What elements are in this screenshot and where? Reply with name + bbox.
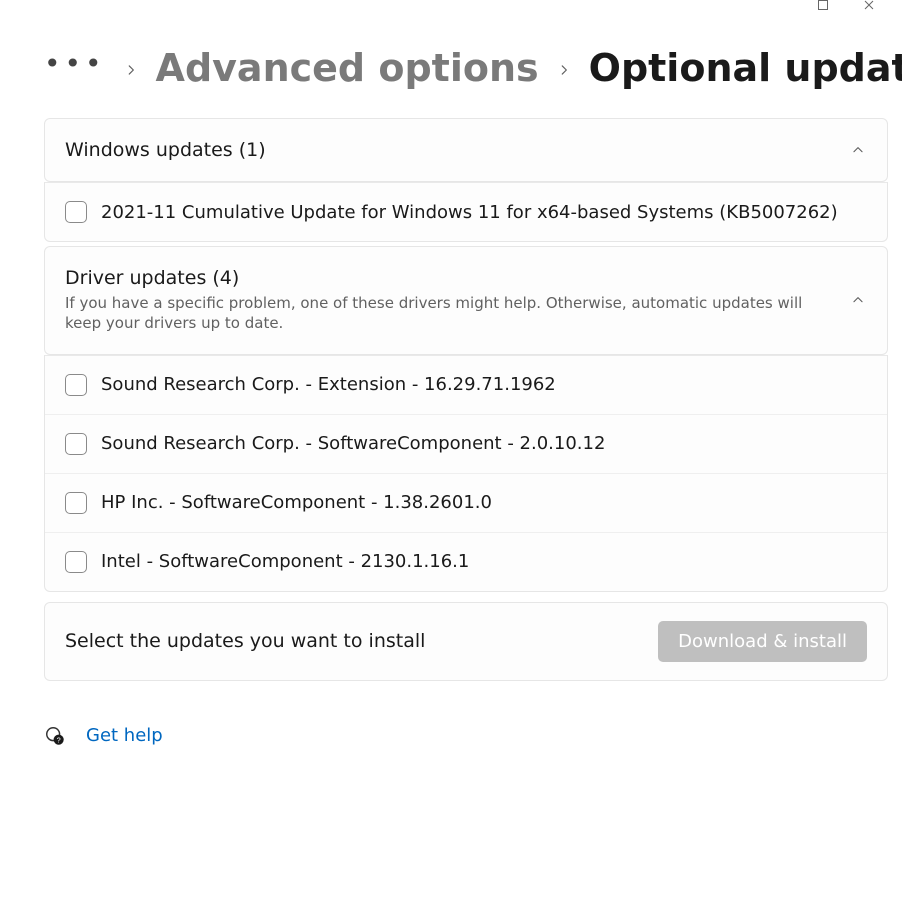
breadcrumb-overflow-button[interactable]: ••• [44, 47, 106, 90]
update-item[interactable]: Sound Research Corp. - SoftwareComponent… [45, 415, 887, 474]
driver-updates-header[interactable]: Driver updates (4) If you have a specifi… [44, 246, 888, 355]
chevron-right-icon [557, 54, 571, 83]
driver-updates-subtitle: If you have a specific problem, one of t… [65, 293, 805, 334]
get-help-link[interactable]: Get help [86, 725, 163, 746]
driver-updates-list: Sound Research Corp. - Extension - 16.29… [44, 355, 888, 592]
help-icon: ? [44, 725, 66, 747]
driver-updates-title: Driver updates (4) [65, 267, 851, 289]
update-label: Sound Research Corp. - SoftwareComponent… [101, 433, 605, 454]
update-checkbox[interactable] [65, 433, 87, 455]
update-checkbox[interactable] [65, 201, 87, 223]
update-item[interactable]: 2021-11 Cumulative Update for Windows 11… [45, 183, 887, 241]
chevron-up-icon [851, 143, 865, 157]
maximize-button[interactable] [800, 0, 846, 8]
update-checkbox[interactable] [65, 374, 87, 396]
update-label: HP Inc. - SoftwareComponent - 1.38.2601.… [101, 492, 492, 513]
update-item[interactable]: Sound Research Corp. - Extension - 16.29… [45, 356, 887, 415]
update-label: Intel - SoftwareComponent - 2130.1.16.1 [101, 551, 469, 572]
install-footer: Select the updates you want to install D… [44, 602, 888, 681]
page-title: Optional updates [589, 46, 902, 90]
close-button[interactable] [846, 0, 892, 8]
windows-updates-list: 2021-11 Cumulative Update for Windows 11… [44, 182, 888, 242]
svg-text:?: ? [57, 735, 61, 744]
download-install-button[interactable]: Download & install [658, 621, 867, 662]
update-item[interactable]: HP Inc. - SoftwareComponent - 1.38.2601.… [45, 474, 887, 533]
update-checkbox[interactable] [65, 492, 87, 514]
window-controls [0, 0, 902, 10]
chevron-right-icon [124, 54, 138, 83]
update-checkbox[interactable] [65, 551, 87, 573]
windows-updates-title: Windows updates (1) [65, 139, 851, 161]
update-label: 2021-11 Cumulative Update for Windows 11… [101, 202, 838, 223]
breadcrumb-previous[interactable]: Advanced options [156, 46, 539, 90]
install-prompt: Select the updates you want to install [65, 630, 425, 652]
update-item[interactable]: Intel - SoftwareComponent - 2130.1.16.1 [45, 533, 887, 591]
get-help-row: ? Get help [44, 725, 888, 747]
update-label: Sound Research Corp. - Extension - 16.29… [101, 374, 556, 395]
chevron-up-icon [851, 293, 865, 307]
breadcrumb: ••• Advanced options Optional updates [44, 46, 888, 90]
windows-updates-header[interactable]: Windows updates (1) [44, 118, 888, 182]
